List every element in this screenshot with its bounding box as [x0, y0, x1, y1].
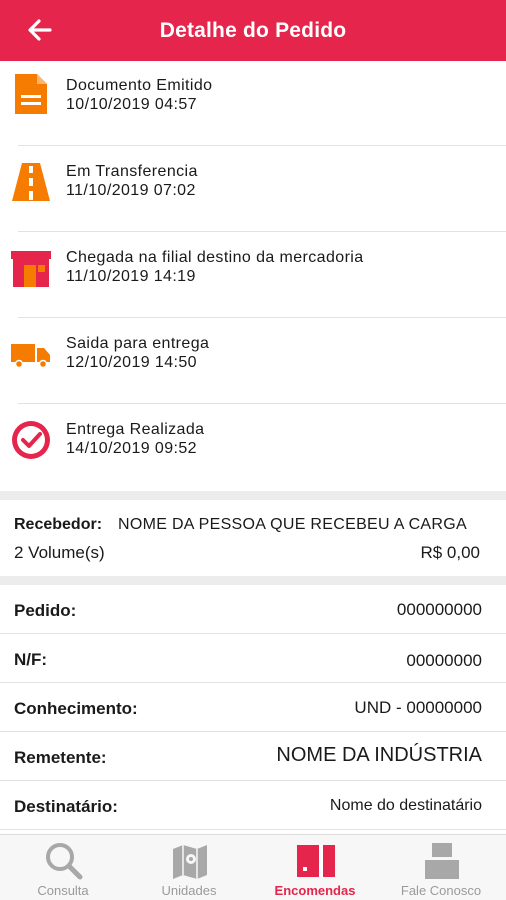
detail-value: Nome do destinatário — [329, 797, 482, 814]
detail-row-sender: Remetente: NOME DA INDÚSTRIA — [0, 732, 506, 781]
price-value: R$ 0,00 — [420, 543, 480, 562]
app-header: Detalhe do Pedido — [0, 0, 506, 61]
timeline-title: Chegada na filial destino da mercadoria — [66, 249, 364, 266]
tab-label: Fale Conosco — [400, 883, 482, 898]
road-icon — [12, 163, 50, 201]
divider — [18, 231, 506, 232]
timeline-date: 11/10/2019 14:19 — [66, 268, 196, 285]
volumes-count: 2 Volume(s) — [14, 543, 105, 562]
receiver-section: Recebedor: NOME DA PESSOA QUE RECEBEU A … — [0, 500, 506, 576]
detail-value: 000000000 — [396, 600, 482, 619]
back-arrow-icon[interactable] — [24, 14, 56, 46]
timeline-date: 11/10/2019 07:02 — [66, 182, 196, 199]
document-icon — [15, 74, 47, 114]
timeline-item-in-transfer: Em Transferencia 11/10/2019 07:02 — [0, 147, 506, 233]
timeline-date: 12/10/2019 14:50 — [66, 354, 197, 371]
timeline-title: Entrega Realizada — [66, 421, 205, 438]
tab-encomendas[interactable]: Encomendas — [252, 835, 378, 900]
detail-value: NOME DA INDÚSTRIA — [276, 744, 482, 766]
search-icon — [46, 843, 83, 880]
timeline-item-delivered: Entrega Realizada 14/10/2019 09:52 — [0, 405, 506, 491]
map-icon — [173, 845, 207, 879]
detail-label: Destinatário: — [14, 797, 118, 816]
page-title: Detalhe do Pedido — [159, 18, 347, 42]
divider — [18, 145, 506, 146]
section-divider — [0, 491, 506, 500]
phone-icon — [425, 843, 459, 879]
timeline-date: 14/10/2019 09:52 — [66, 440, 197, 457]
receiver-name: NOME DA PESSOA QUE RECEBEU A CARGA — [118, 516, 467, 533]
detail-label: Conhecimento: — [14, 699, 138, 718]
detail-row-order: Pedido: 000000000 — [0, 585, 506, 634]
tab-consulta[interactable]: Consulta — [0, 835, 126, 900]
divider — [18, 403, 506, 404]
detail-value: 00000000 — [406, 651, 482, 670]
timeline-title: Documento Emitido — [66, 77, 213, 94]
timeline-item-document-issued: Documento Emitido 10/10/2019 04:57 — [0, 61, 506, 147]
tracking-timeline: Documento Emitido 10/10/2019 04:57 Em Tr… — [0, 61, 506, 491]
warehouse-icon — [11, 251, 51, 287]
timeline-item-out-for-delivery: Saida para entrega 12/10/2019 14:50 — [0, 319, 506, 405]
receiver-label: Recebedor: — [14, 516, 103, 533]
detail-label: Pedido: — [14, 601, 77, 620]
truck-icon — [11, 344, 50, 369]
detail-row-invoice: N/F: 00000000 — [0, 634, 506, 683]
divider — [18, 317, 506, 318]
detail-value: UND - 00000000 — [354, 698, 482, 717]
detail-row-recipient: Destinatário: Nome do destinatário — [0, 781, 506, 830]
detail-label: N/F: — [14, 650, 48, 669]
timeline-title: Saida para entrega — [66, 335, 210, 352]
tab-unidades[interactable]: Unidades — [126, 835, 252, 900]
timeline-date: 10/10/2019 04:57 — [66, 96, 197, 113]
tab-label: Unidades — [161, 883, 217, 898]
package-icon — [297, 845, 335, 877]
detail-label: Remetente: — [14, 748, 107, 767]
timeline-item-arrived-branch: Chegada na filial destino da mercadoria … — [0, 233, 506, 319]
timeline-title: Em Transferencia — [66, 163, 198, 180]
detail-row-waybill: Conhecimento: UND - 00000000 — [0, 683, 506, 732]
bottom-tab-bar: Consulta Unidades Encomendas Fale Conosc… — [0, 834, 506, 900]
check-circle-icon — [12, 421, 50, 459]
section-divider — [0, 576, 506, 585]
tab-label: Consulta — [37, 883, 89, 898]
tab-fale-conosco[interactable]: Fale Conosco — [378, 835, 504, 900]
tab-label: Encomendas — [274, 883, 356, 898]
